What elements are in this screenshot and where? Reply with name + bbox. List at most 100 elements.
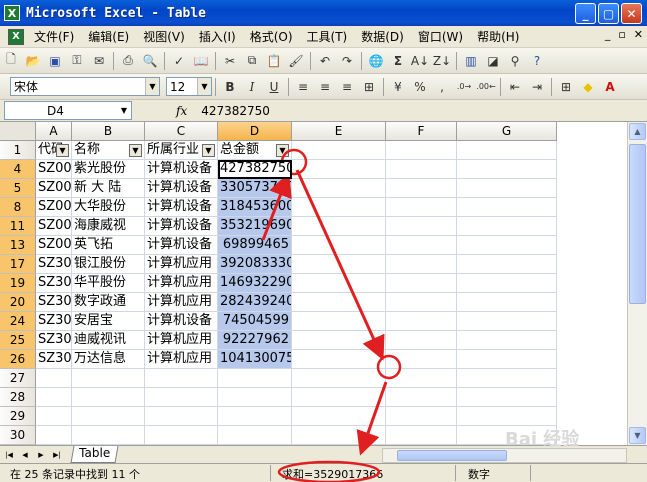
cell-c[interactable] xyxy=(145,407,218,426)
cell-d[interactable]: 318453600 xyxy=(218,198,292,217)
cell-g[interactable] xyxy=(457,236,557,255)
chevron-down-icon[interactable]: ▼ xyxy=(197,78,211,95)
next-sheet-icon[interactable]: ▶ xyxy=(34,448,48,462)
increase-indent-icon[interactable]: ⇥ xyxy=(528,78,546,96)
cell-c[interactable]: 计算机设备 xyxy=(145,179,218,198)
cell-b[interactable]: 迪威视讯 xyxy=(72,331,145,350)
comma-style-icon[interactable]: , xyxy=(433,78,451,96)
chevron-down-icon[interactable]: ▼ xyxy=(145,78,159,95)
row-header[interactable]: 19 xyxy=(0,274,36,293)
cell-g[interactable] xyxy=(457,407,557,426)
cell-c[interactable]: 计算机应用 xyxy=(145,350,218,369)
cell-e[interactable] xyxy=(292,160,386,179)
column-header-b[interactable]: B xyxy=(72,122,145,141)
open-icon[interactable]: 📂 xyxy=(24,52,42,70)
cell-d[interactable] xyxy=(218,407,292,426)
decrease-indent-icon[interactable]: ⇤ xyxy=(506,78,524,96)
minimize-button[interactable]: _ xyxy=(575,3,596,24)
autofilter-dropdown-icon[interactable]: ▼ xyxy=(129,144,142,157)
cell-e[interactable] xyxy=(292,426,386,445)
align-right-icon[interactable]: ≡ xyxy=(338,78,356,96)
cell-g[interactable] xyxy=(457,388,557,407)
formula-input[interactable]: 427382750 xyxy=(201,104,270,118)
cell-a[interactable]: SZ000997 xyxy=(36,179,72,198)
autocalc-sum[interactable]: 求和=3529017366 xyxy=(282,466,383,482)
cell-c[interactable] xyxy=(145,388,218,407)
cell-b[interactable]: 数字政通 xyxy=(72,293,145,312)
column-header-d[interactable]: D xyxy=(218,122,292,141)
drawing-icon[interactable]: ◪ xyxy=(484,52,502,70)
cell-b[interactable]: 新 大 陆 xyxy=(72,179,145,198)
cell-g[interactable] xyxy=(457,312,557,331)
cell-c[interactable]: 计算机应用 xyxy=(145,331,218,350)
cell-c[interactable]: 计算机设备 xyxy=(145,312,218,331)
row-header[interactable]: 27 xyxy=(0,369,36,388)
redo-icon[interactable]: ↷ xyxy=(338,52,356,70)
save-icon[interactable]: ▣ xyxy=(46,52,64,70)
cell-b[interactable]: 英飞拓 xyxy=(72,236,145,255)
cell-g[interactable] xyxy=(457,350,557,369)
cell-c[interactable]: 计算机设备 xyxy=(145,198,218,217)
row-header[interactable]: 29 xyxy=(0,407,36,426)
menu-tools[interactable]: 工具(T) xyxy=(307,28,348,45)
permission-icon[interactable]: ⚿ xyxy=(68,52,86,70)
menu-data[interactable]: 数据(D) xyxy=(361,28,404,45)
header-cell-b[interactable]: 名称 ▼ xyxy=(72,141,145,160)
menu-format[interactable]: 格式(O) xyxy=(250,28,293,45)
doc-close-icon[interactable]: ✕ xyxy=(634,28,643,41)
cell-d[interactable]: 74504599 xyxy=(218,312,292,331)
menu-edit[interactable]: 编辑(E) xyxy=(88,28,129,45)
autofilter-dropdown-icon[interactable]: ▼ xyxy=(56,144,69,157)
header-cell-c[interactable]: 所属行业 ▼ xyxy=(145,141,218,160)
cell-f[interactable] xyxy=(386,331,457,350)
research-icon[interactable]: 📖 xyxy=(192,52,210,70)
align-left-icon[interactable]: ≡ xyxy=(294,78,312,96)
cell-c[interactable]: 计算机应用 xyxy=(145,255,218,274)
row-header[interactable]: 17 xyxy=(0,255,36,274)
cell-b[interactable]: 海康威视 xyxy=(72,217,145,236)
row-header[interactable]: 4 xyxy=(0,160,36,179)
cell-c[interactable]: 计算机设备 xyxy=(145,160,218,179)
cell-f[interactable] xyxy=(386,179,457,198)
row-header[interactable]: 26 xyxy=(0,350,36,369)
bold-icon[interactable]: B xyxy=(221,78,239,96)
header-cell-g[interactable] xyxy=(457,141,557,160)
sheet-tab-table[interactable]: Table xyxy=(70,446,119,463)
row-header[interactable]: 11 xyxy=(0,217,36,236)
row-header[interactable]: 24 xyxy=(0,312,36,331)
currency-icon[interactable]: ¥ xyxy=(389,78,407,96)
cell-d[interactable] xyxy=(218,426,292,445)
cell-a[interactable] xyxy=(36,369,72,388)
sort-descending-icon[interactable]: Z↓ xyxy=(433,52,451,70)
close-button[interactable]: ✕ xyxy=(621,3,642,24)
decrease-decimal-icon[interactable]: .00← xyxy=(476,78,495,96)
cell-d[interactable] xyxy=(218,369,292,388)
select-all-corner[interactable] xyxy=(0,122,36,141)
cell-b[interactable]: 万达信息 xyxy=(72,350,145,369)
underline-icon[interactable]: U xyxy=(265,78,283,96)
cell-g[interactable] xyxy=(457,255,557,274)
cell-g[interactable] xyxy=(457,179,557,198)
cell-c[interactable]: 计算机应用 xyxy=(145,274,218,293)
cell-d[interactable]: 69899465 xyxy=(218,236,292,255)
cell-b[interactable] xyxy=(72,407,145,426)
column-header-e[interactable]: E xyxy=(292,122,386,141)
cell-g[interactable] xyxy=(457,198,557,217)
cell-a[interactable]: SZ300168 xyxy=(36,350,72,369)
cell-d[interactable]: 353219690 xyxy=(218,217,292,236)
font-name-select[interactable]: 宋体 ▼ xyxy=(10,77,160,96)
scroll-down-icon[interactable]: ▼ xyxy=(629,427,646,444)
doc-minimize-icon[interactable]: _ xyxy=(605,28,611,41)
copy-icon[interactable]: ⧉ xyxy=(243,52,261,70)
cell-a[interactable]: SZ300075 xyxy=(36,293,72,312)
cell-e[interactable] xyxy=(292,236,386,255)
cell-a[interactable]: SZ300020 xyxy=(36,255,72,274)
header-cell-d[interactable]: 总金额 ▼ xyxy=(218,141,292,160)
cell-c[interactable]: 计算机设备 xyxy=(145,217,218,236)
cell-b[interactable]: 华平股份 xyxy=(72,274,145,293)
cell-d[interactable]: 92227962 xyxy=(218,331,292,350)
spelling-icon[interactable]: ✓ xyxy=(170,52,188,70)
row-header[interactable]: 30 xyxy=(0,426,36,445)
cell-f[interactable] xyxy=(386,293,457,312)
hyperlink-icon[interactable]: 🌐 xyxy=(367,52,385,70)
